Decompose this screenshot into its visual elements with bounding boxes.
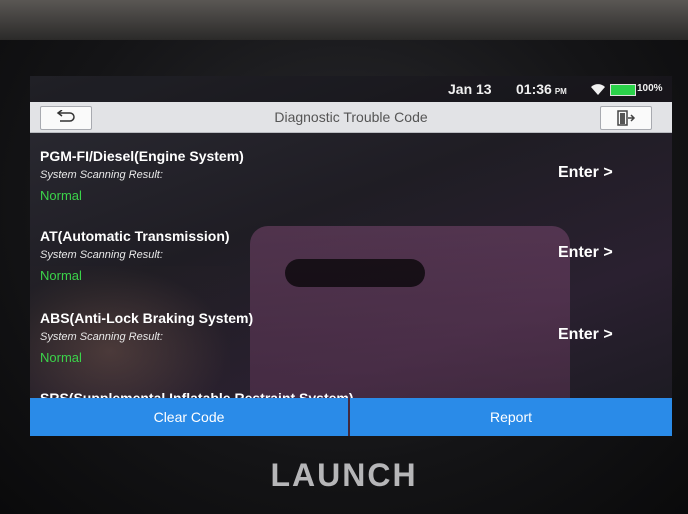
report-button[interactable]: Report	[350, 398, 672, 436]
status-battery-level: 100%	[637, 83, 663, 94]
brand-logo: LAUNCH	[270, 457, 418, 493]
wifi-icon	[591, 84, 605, 95]
device-screen: Jan 13 01:36 PM 100% Diagnostic Trouble C…	[30, 76, 672, 436]
system-name: PGM-FI/Diesel(Engine System)	[40, 148, 244, 164]
system-name: AT(Automatic Transmission)	[40, 228, 230, 244]
system-scan-label: System Scanning Result:	[40, 249, 163, 261]
bottom-button-bar: Clear Code Report	[30, 398, 672, 436]
enter-button[interactable]: Enter >	[558, 164, 613, 182]
system-name: ABS(Anti-Lock Braking System)	[40, 310, 254, 326]
exit-button[interactable]	[600, 106, 652, 130]
list-item-abs[interactable]: ABS(Anti-Lock Braking System) System Sca…	[40, 310, 660, 390]
page-title: Diagnostic Trouble Code	[274, 109, 428, 125]
system-scan-label: System Scanning Result:	[40, 169, 163, 181]
status-ampm: PM	[554, 87, 567, 96]
status-time: 01:36	[516, 81, 552, 97]
status-time-wrap: 01:36 PM	[516, 81, 567, 97]
exit-icon	[617, 110, 636, 126]
status-bar: Jan 13 01:36 PM 100%	[30, 76, 672, 102]
list-item-srs-partial[interactable]: SRS(Supplemental Inflatable Restraint Sy…	[40, 388, 354, 398]
system-scan-label: System Scanning Result:	[40, 331, 163, 343]
battery-icon	[610, 84, 636, 96]
system-status: Normal	[40, 188, 82, 203]
clear-code-button[interactable]: Clear Code	[30, 398, 348, 436]
system-status: Normal	[40, 350, 82, 365]
list-item-engine-system[interactable]: PGM-FI/Diesel(Engine System) System Scan…	[40, 148, 660, 228]
system-status: Normal	[40, 268, 82, 283]
device-top-edge	[0, 0, 688, 40]
list-item-transmission[interactable]: AT(Automatic Transmission) System Scanni…	[40, 228, 660, 308]
status-date: Jan 13	[448, 81, 492, 97]
enter-button[interactable]: Enter >	[558, 244, 613, 262]
enter-button[interactable]: Enter >	[558, 326, 613, 344]
title-bar: Diagnostic Trouble Code	[30, 102, 672, 133]
